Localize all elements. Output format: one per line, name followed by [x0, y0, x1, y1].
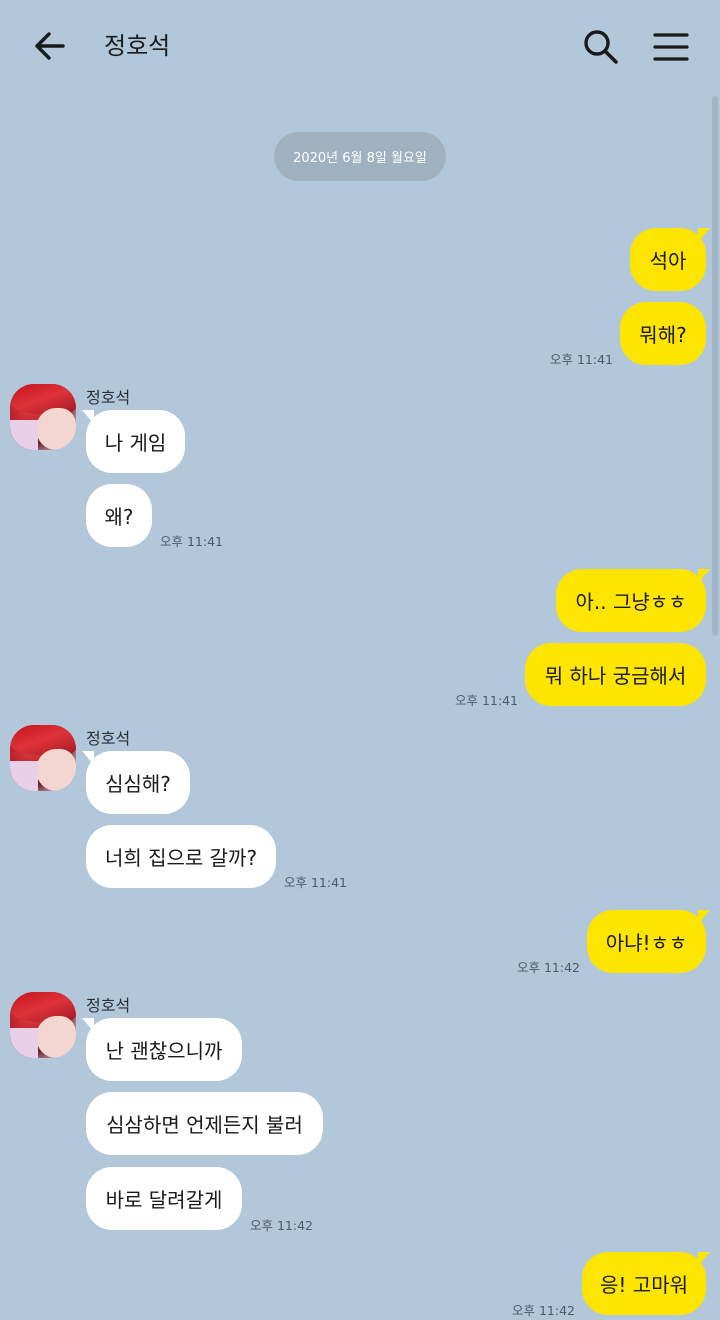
- menu-button[interactable]: [648, 24, 694, 70]
- friend-message-bubble[interactable]: 왜?: [86, 484, 152, 547]
- message-text: 응! 고마워: [600, 1273, 688, 1297]
- sender-name: 정호석: [86, 388, 131, 407]
- message-text: 뭐 하나 궁금해서: [544, 664, 687, 688]
- sender-name: 정호석: [86, 996, 131, 1015]
- message-text: 바로 달려갈게: [105, 1188, 223, 1212]
- friend-message-bubble[interactable]: 심심해?: [82, 751, 190, 814]
- message-timestamp: 오후 11:41: [550, 352, 613, 367]
- message-text: 심심해?: [105, 772, 171, 796]
- message-text: 심삼하면 언제든지 불러: [106, 1113, 303, 1137]
- my-message-bubble[interactable]: 응! 고마워: [582, 1252, 710, 1315]
- message-text: 왜?: [104, 505, 134, 529]
- message-text: 나 게임: [104, 431, 167, 455]
- message-text: 너희 집으로 갈까?: [104, 846, 258, 870]
- message-text: 뭐해?: [639, 323, 687, 347]
- chat-header: 정호석: [0, 0, 720, 92]
- message-timestamp: 오후 11:42: [250, 1218, 313, 1233]
- sender-name: 정호석: [86, 729, 131, 748]
- message-text: 아냐!ㅎㅎ: [605, 931, 688, 955]
- avatar[interactable]: [10, 992, 76, 1058]
- friend-message-bubble[interactable]: 심삼하면 언제든지 불러: [86, 1092, 323, 1155]
- avatar[interactable]: [10, 384, 76, 450]
- arrow-left-icon: [35, 32, 65, 60]
- scrollbar[interactable]: [712, 96, 718, 636]
- friend-message-bubble[interactable]: 나 게임: [82, 410, 185, 473]
- date-separator: 2020년 6월 8일 월요일: [274, 132, 446, 181]
- message-text: 석아: [649, 249, 687, 273]
- my-message-bubble[interactable]: 석아: [630, 228, 710, 291]
- message-timestamp: 오후 11:41: [455, 693, 518, 708]
- my-message-bubble[interactable]: 아.. 그냥ㅎㅎ: [556, 569, 710, 632]
- friend-message-bubble[interactable]: 너희 집으로 갈까?: [86, 825, 276, 888]
- my-message-bubble[interactable]: 뭐해?: [620, 302, 706, 365]
- message-timestamp: 오후 11:42: [512, 1303, 575, 1318]
- message-timestamp: 오후 11:41: [284, 875, 347, 890]
- my-message-bubble[interactable]: 아냐!ㅎㅎ: [587, 910, 710, 973]
- message-timestamp: 오후 11:42: [517, 960, 580, 975]
- message-text: 난 괜찮으니까: [105, 1039, 223, 1063]
- my-message-bubble[interactable]: 뭐 하나 궁금해서: [525, 643, 706, 706]
- message-text: 아.. 그냥ㅎㅎ: [575, 590, 687, 614]
- friend-message-bubble[interactable]: 바로 달려갈게: [86, 1167, 242, 1230]
- avatar[interactable]: [10, 725, 76, 791]
- hamburger-menu-icon: [653, 33, 689, 61]
- search-button[interactable]: [578, 24, 624, 70]
- chat-title: 정호석: [104, 32, 171, 60]
- friend-message-bubble[interactable]: 난 괜찮으니까: [82, 1018, 242, 1081]
- message-timestamp: 오후 11:41: [160, 534, 223, 549]
- search-icon: [584, 30, 618, 64]
- back-button[interactable]: [28, 24, 72, 68]
